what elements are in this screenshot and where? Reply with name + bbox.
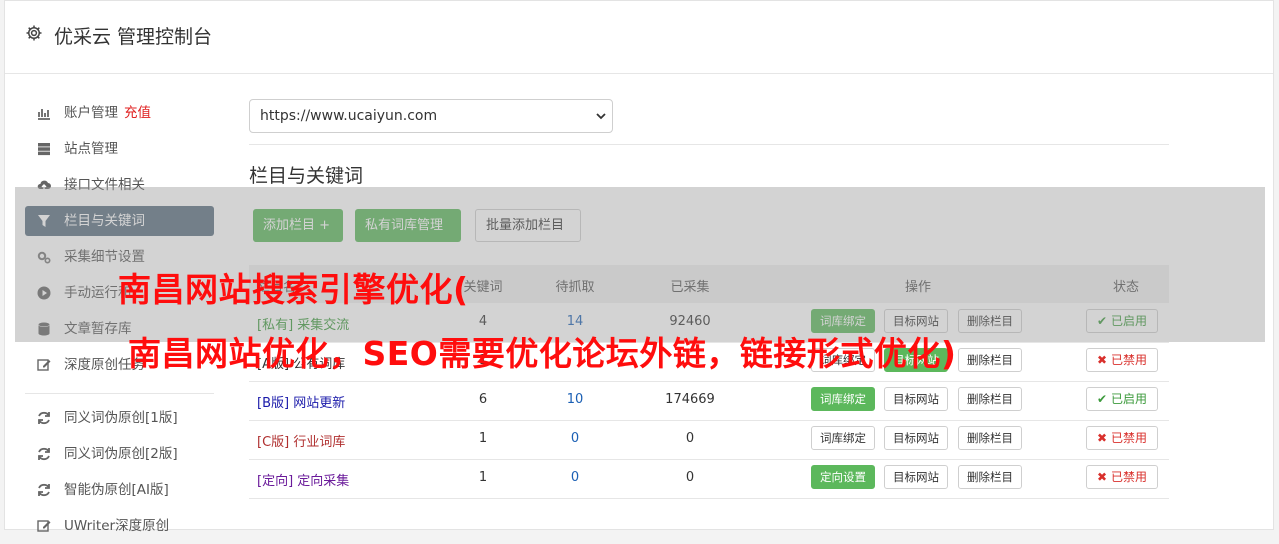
bind-lib-button[interactable]: 词库绑定 [811,426,875,450]
page-title: 优采云 管理控制台 [54,26,213,48]
column-tag: [定向] [257,474,294,489]
bar-chart-icon [38,109,50,120]
collected-count: 0 [685,431,695,446]
x-icon: ✖ [1097,353,1108,367]
sidebar-item-label: 同义词伪原创[2版] [64,446,178,462]
target-site-button[interactable]: 目标网站 [884,465,948,489]
status-label: 已禁用 [1111,470,1148,484]
pending-count[interactable]: 0 [545,470,605,485]
column-name[interactable]: [B版] 网站更新 [257,392,345,411]
sidebar-item-label: 同义词伪原创[1版] [64,410,178,426]
check-icon: ✔ [1097,392,1108,406]
x-icon: ✖ [1097,431,1108,445]
column-name[interactable]: [C版] 行业词库 [257,431,345,450]
target-site-button[interactable]: 目标网站 [884,426,948,450]
watermark-line-2: 南昌网站优化，SEO需要优化论坛外链，链接形式优化) [128,334,957,373]
column-tag: [C版] [257,435,290,450]
site-select[interactable]: https://www.ucaiyun.com [249,99,613,133]
sidebar-item-items-0[interactable]: 账户管理 充值 [25,95,214,131]
chevron-down-icon [596,113,606,120]
site-select-value: https://www.ucaiyun.com [260,108,438,124]
divider [249,144,1169,145]
sidebar-item-label: UWriter深度原创 [64,518,170,534]
sidebar-divider [25,393,214,394]
column-name[interactable]: [定向] 定向采集 [257,470,349,489]
sidebar-item-items2-2[interactable]: 智能伪原创[AI版] [25,472,214,508]
status-label: 已禁用 [1111,431,1148,445]
refresh-icon [38,483,50,497]
recharge-link[interactable]: 充值 [124,105,151,121]
watermark-line-1: 南昌网站搜索引擎优化( [118,270,469,309]
delete-column-button[interactable]: 删除栏目 [958,465,1022,489]
sidebar-item-label: 账户管理 [64,105,118,121]
status-label: 已启用 [1111,392,1148,406]
sidebar-item-items2-0[interactable]: 同义词伪原创[1版] [25,400,214,436]
keyword-count: 1 [478,470,488,485]
table-row: [B版] 网站更新 6 10 174669 词库绑定 目标网站 删除栏目 ✔ 已启用 [249,381,1169,421]
column-tag: [B版] [257,396,290,411]
status-badge[interactable]: ✖ 已禁用 [1086,426,1159,450]
column-title: 定向采集 [297,474,350,489]
edit-icon [37,359,51,371]
sidebar-item-label: 智能伪原创[AI版] [64,482,169,498]
sidebar-item-items-1[interactable]: 站点管理 [25,131,214,167]
pending-count[interactable]: 0 [545,431,605,446]
edit-icon [37,520,51,532]
refresh-icon [38,411,50,425]
delete-column-button[interactable]: 删除栏目 [958,348,1022,372]
keyword-count: 1 [478,431,488,446]
sidebar-item-items2-1[interactable]: 同义词伪原创[2版] [25,436,214,472]
target-site-button[interactable]: 目标网站 [884,387,948,411]
keyword-count: 6 [478,392,488,407]
table-row: [定向] 定向采集 1 0 0 定向设置 目标网站 删除栏目 ✖ 已禁用 [249,459,1169,499]
status-label: 已禁用 [1111,353,1148,367]
status-badge[interactable]: ✔ 已启用 [1086,387,1159,411]
delete-column-button[interactable]: 删除栏目 [958,426,1022,450]
header: 优采云 管理控制台 [5,1,1273,74]
pending-count[interactable]: 10 [545,392,605,407]
x-icon: ✖ [1097,470,1108,484]
status-badge[interactable]: ✖ 已禁用 [1086,465,1159,489]
bind-lib-button[interactable]: 词库绑定 [811,387,875,411]
collected-count: 174669 [665,392,715,407]
sidebar-item-label: 站点管理 [64,141,118,157]
sidebar-item-items2-3[interactable]: UWriter深度原创 [25,508,214,544]
gear-icon [26,25,42,41]
table-row: [C版] 行业词库 1 0 0 词库绑定 目标网站 删除栏目 ✖ 已禁用 [249,420,1169,460]
column-title: 行业词库 [293,435,346,450]
column-title: 网站更新 [293,396,346,411]
status-badge[interactable]: ✖ 已禁用 [1086,348,1159,372]
server-icon [38,143,50,156]
collected-count: 0 [685,470,695,485]
section-title: 栏目与关键词 [249,165,364,187]
refresh-icon [38,447,50,461]
delete-column-button[interactable]: 删除栏目 [958,387,1022,411]
bind-lib-button[interactable]: 定向设置 [811,465,875,489]
